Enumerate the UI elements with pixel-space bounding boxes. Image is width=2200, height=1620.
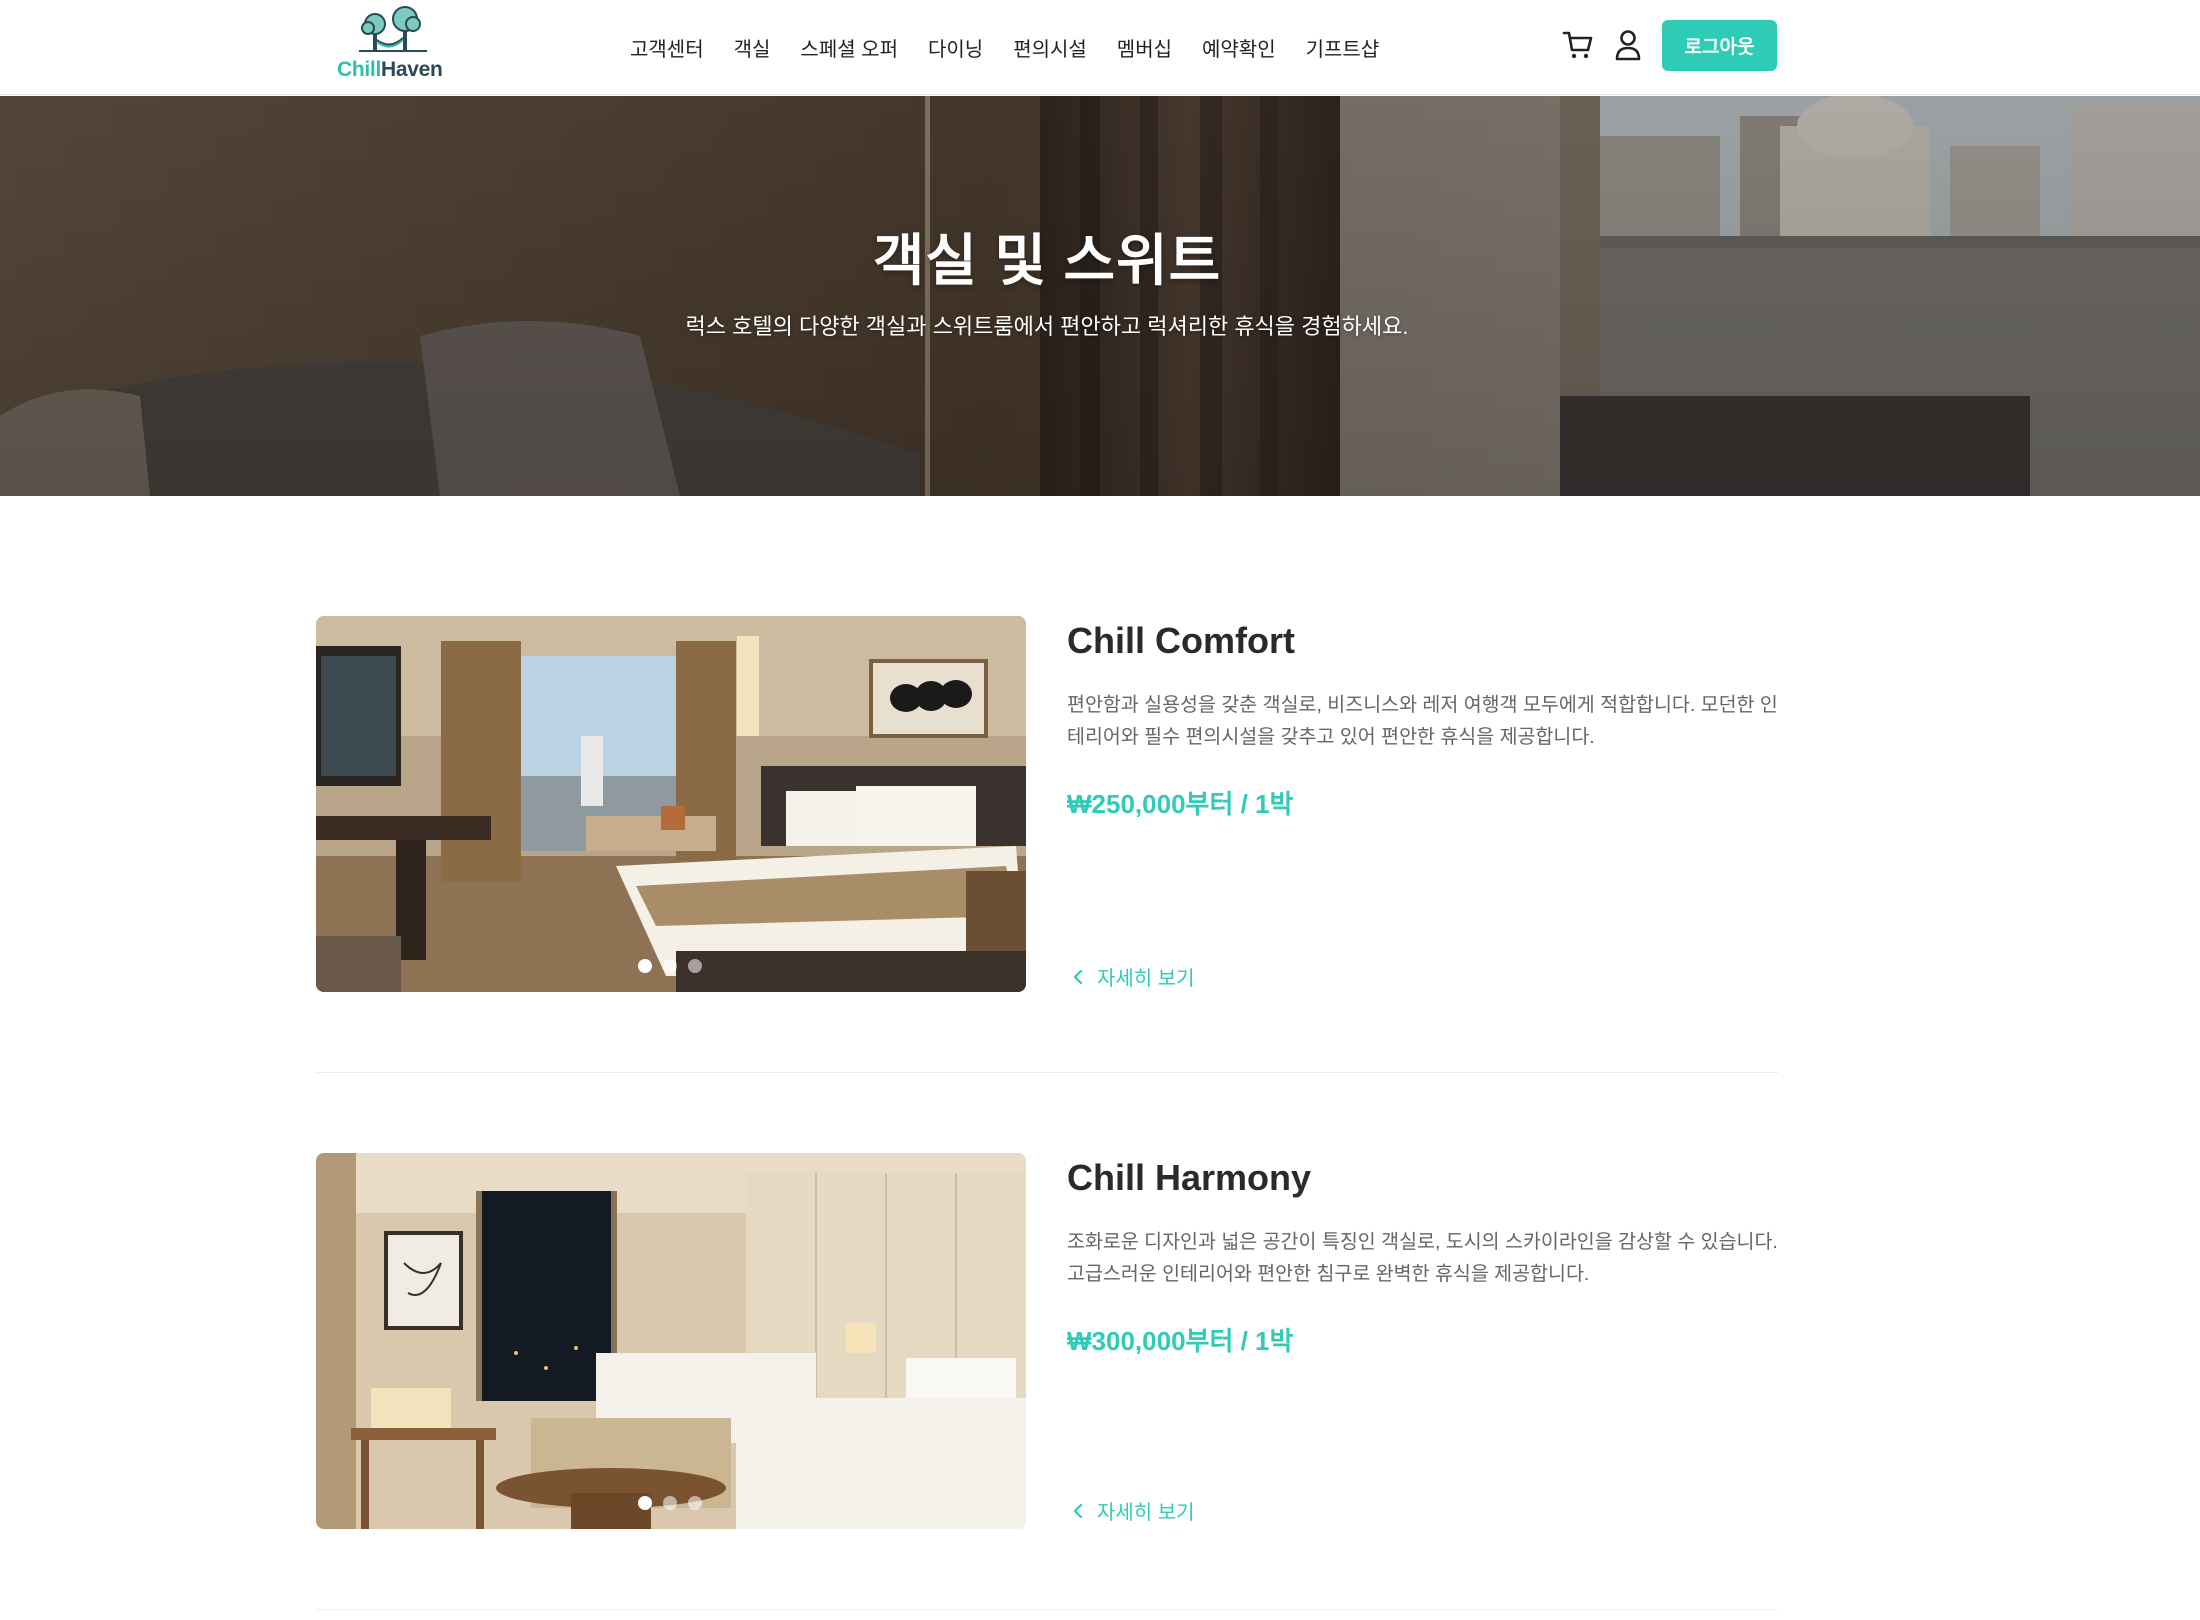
brand-wordmark: ChillHaven (337, 58, 443, 82)
room-description: 조화로운 디자인과 넓은 공간이 특징인 객실로, 도시의 스카이라인을 감상할… (1067, 1231, 1778, 1285)
section-divider (316, 1609, 1778, 1610)
room-photo-carousel[interactable] (316, 616, 1026, 992)
view-details-link[interactable]: 자세히 보기 (1067, 962, 1195, 991)
nav-item-rooms[interactable]: 객실 (734, 33, 771, 62)
room-price: ₩250,000부터 / 1박 (1067, 789, 1294, 819)
room-name: Chill Comfort (1067, 620, 1295, 661)
main-nav: 고객센터 객실 스페셜 오퍼 다이닝 편의시설 멤버십 예약확인 기프트샵 (630, 0, 1409, 95)
room-photo-carousel[interactable] (316, 1153, 1026, 1529)
tree-logo-icon (359, 6, 427, 52)
view-details-label: 자세히 보기 (1097, 968, 1195, 990)
brand-name-chill: Chill (337, 58, 381, 81)
logout-button[interactable]: 로그아웃 (1662, 20, 1777, 71)
brand-logo[interactable]: ChillHaven (333, 6, 453, 84)
room-photo (316, 1153, 1026, 1529)
room-card: Chill Harmony 조화로운 디자인과 넓은 공간이 특징인 객실로, … (316, 1153, 1778, 1533)
chevron-left-icon (1073, 1503, 1083, 1518)
view-details-link[interactable]: 자세히 보기 (1067, 1496, 1195, 1525)
site-header: ChillHaven 고객센터 객실 스페셜 오퍼 다이닝 편의시설 멤버십 예… (0, 0, 2200, 95)
room-card: Chill Comfort 편안함과 실용성을 갖춘 객실로, 비즈니스와 레저… (316, 616, 1778, 996)
nav-item-membership[interactable]: 멤버십 (1117, 33, 1172, 62)
chevron-left-icon (1073, 969, 1083, 984)
hero-banner: 객실 및 스위트 럭스 호텔의 다양한 객실과 스위트룸에서 편안하고 럭셔리한… (0, 96, 2200, 496)
nav-item-reservation-check[interactable]: 예약확인 (1202, 33, 1276, 62)
section-divider (316, 1072, 1778, 1073)
view-details-label: 자세히 보기 (1097, 1502, 1195, 1524)
carousel-dot[interactable] (663, 1496, 677, 1510)
room-price: ₩300,000부터 / 1박 (1067, 1326, 1294, 1356)
hero-subtitle: 럭스 호텔의 다양한 객실과 스위트룸에서 편안하고 럭셔리한 휴식을 경험하세… (685, 314, 1409, 339)
carousel-dot[interactable] (688, 959, 702, 973)
hero-title: 객실 및 스위트 (872, 229, 1222, 292)
carousel-dots (638, 1496, 713, 1510)
carousel-dot[interactable] (663, 959, 677, 973)
carousel-dot[interactable] (688, 1496, 702, 1510)
carousel-dot[interactable] (638, 959, 652, 973)
carousel-dots (638, 959, 713, 973)
nav-item-dining[interactable]: 다이닝 (928, 33, 983, 62)
nav-item-facilities[interactable]: 편의시설 (1013, 33, 1087, 62)
carousel-dot[interactable] (638, 1496, 652, 1510)
brand-name-haven: Haven (381, 58, 443, 81)
user-icon[interactable] (1614, 29, 1642, 61)
room-name: Chill Harmony (1067, 1157, 1312, 1198)
nav-item-gift-shop[interactable]: 기프트샵 (1306, 33, 1380, 62)
room-description: 편안함과 실용성을 갖춘 객실로, 비즈니스와 레저 여행객 모두에게 적합합니… (1067, 694, 1778, 748)
nav-item-customer-center[interactable]: 고객센터 (630, 33, 704, 62)
cart-icon[interactable] (1562, 29, 1594, 61)
nav-item-special-offer[interactable]: 스페셜 오퍼 (800, 33, 898, 62)
room-photo (316, 616, 1026, 992)
